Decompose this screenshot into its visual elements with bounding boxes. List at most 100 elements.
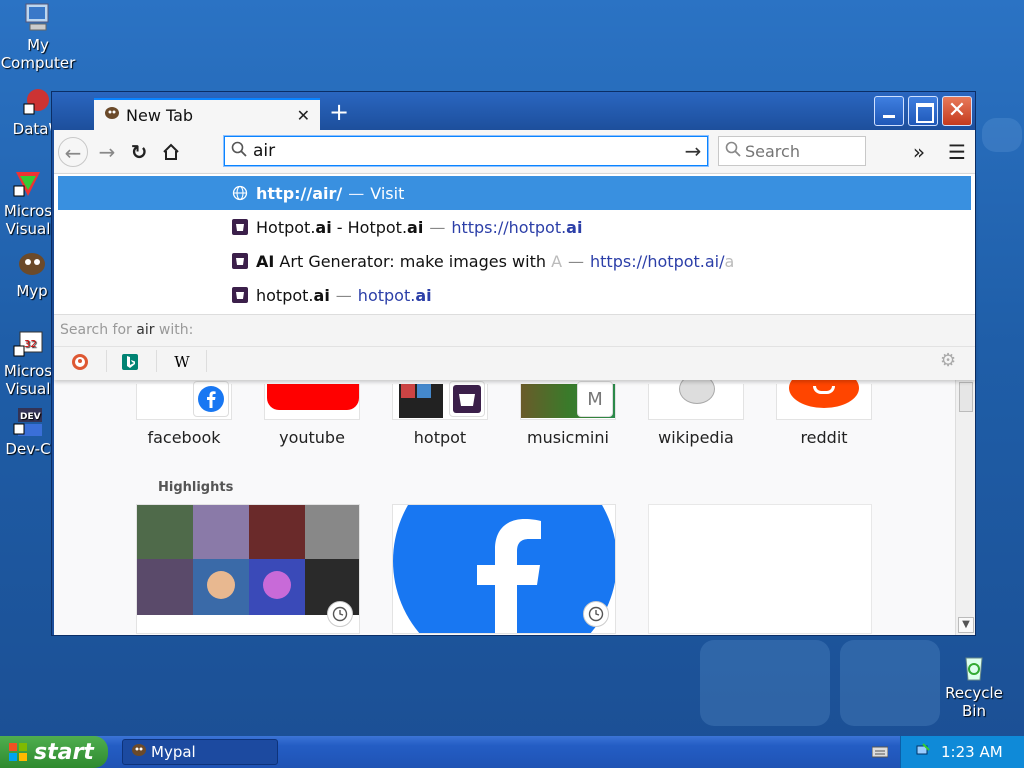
- suggestion-hotpot-domain[interactable]: hotpot.ai — hotpot.ai: [54, 278, 975, 312]
- search-input[interactable]: [745, 141, 855, 161]
- hotpot-icon: [449, 381, 485, 417]
- suggestion-url-match: ai: [415, 285, 432, 305]
- suggestion-url: http://air/: [256, 183, 343, 203]
- visual-studio-icon: 32: [12, 328, 44, 360]
- desktop-icon-my-computer[interactable]: My Computer: [0, 2, 76, 72]
- suggestion-title-part: Hotpot.: [256, 217, 316, 237]
- browser-window: New Tab ✕ + ✕ ← → ↻ → » ☰: [51, 91, 976, 636]
- facebook-icon: [193, 381, 229, 417]
- go-arrow-icon[interactable]: →: [679, 139, 707, 163]
- scrollbar-thumb[interactable]: [959, 382, 973, 412]
- taskbar-item-mypal[interactable]: Mypal: [122, 739, 278, 765]
- windows-flag-icon: [8, 742, 28, 762]
- start-label: start: [34, 739, 94, 765]
- home-button[interactable]: [156, 137, 186, 167]
- desktop-decoration: [982, 118, 1022, 152]
- suggestion-text: hotpot.ai — hotpot.ai: [256, 286, 432, 305]
- top-site-wikipedia[interactable]: wikipedia: [648, 374, 744, 447]
- search-box[interactable]: [718, 136, 866, 166]
- url-input[interactable]: [253, 141, 679, 161]
- wikipedia-thumb: [648, 374, 744, 420]
- reload-button[interactable]: ↻: [124, 137, 154, 167]
- top-site-reddit[interactable]: reddit: [776, 368, 872, 447]
- clock-icon: [583, 601, 609, 627]
- youtube-thumb: [264, 384, 360, 420]
- suggestion-text: http://air/— Visit: [256, 184, 404, 203]
- divider: [54, 346, 975, 347]
- suggestion-ai-art-generator[interactable]: AI Art Generator: make images with A — htt…: [54, 244, 975, 278]
- suggestion-url: hotpot.: [357, 285, 416, 305]
- musicmini-badge: M: [577, 381, 613, 417]
- top-site-thumb: [136, 381, 232, 420]
- top-site-musicmini[interactable]: M musicmini: [520, 381, 616, 447]
- search-icon: [231, 141, 253, 161]
- suggestion-match: ai: [407, 217, 424, 237]
- suggestion-title-part: - Hotpot.: [331, 217, 408, 237]
- highlight-card-empty: [648, 504, 872, 634]
- gear-icon[interactable]: ⚙: [940, 350, 956, 371]
- search-with-term: air: [136, 322, 155, 338]
- scroll-down-arrow-icon[interactable]: ▼: [958, 617, 974, 633]
- hotpot-favicon-icon: [232, 253, 248, 269]
- suggestion-visit[interactable]: http://air/— Visit: [58, 176, 971, 210]
- clock-icon: [327, 601, 353, 627]
- suggestion-match: ai: [313, 285, 330, 305]
- suggestion-faded-text: a: [724, 251, 735, 271]
- reddit-thumb: [776, 368, 872, 420]
- back-button[interactable]: ←: [58, 137, 88, 167]
- keyboard-icon[interactable]: [871, 744, 889, 758]
- suggestion-match: ai: [315, 217, 332, 237]
- highlight-card-facebook[interactable]: [392, 504, 616, 634]
- suggestion-url-match: ai: [566, 217, 583, 237]
- new-tab-button[interactable]: +: [324, 98, 354, 128]
- search-with-prefix: Search for: [60, 322, 137, 338]
- clock[interactable]: 1:23 AM: [941, 743, 1003, 761]
- top-site-hotpot[interactable]: hotpot: [392, 381, 488, 447]
- globe-icon: [232, 185, 248, 201]
- close-button[interactable]: ✕: [942, 96, 972, 126]
- url-bar[interactable]: →: [224, 136, 708, 166]
- divider: [206, 350, 207, 372]
- desktop-icon-recycle-bin[interactable]: Recycle Bin: [936, 650, 1012, 720]
- separator-dash: —: [568, 251, 585, 271]
- top-site-facebook[interactable]: facebook: [136, 381, 232, 447]
- visual-studio-icon: [12, 168, 44, 200]
- hamburger-menu-icon[interactable]: ☰: [942, 137, 972, 167]
- system-tray: 1:23 AM: [900, 736, 1024, 768]
- tab-title: New Tab: [126, 105, 194, 125]
- top-site-label: musicmini: [527, 428, 609, 447]
- mypal-tab-icon: [104, 105, 120, 125]
- separator-dash: —: [429, 217, 446, 237]
- suggestion-url: https://hotpot.ai/: [590, 251, 725, 271]
- suggestion-hotpot-title[interactable]: Hotpot.ai - Hotpot.ai — https://hotpot.ai: [54, 210, 975, 244]
- musicmini-thumb: M: [520, 381, 616, 420]
- start-button[interactable]: start: [0, 736, 108, 768]
- recycle-bin-icon: [958, 650, 990, 682]
- search-with-suffix: with:: [154, 322, 194, 338]
- wikipedia-icon[interactable]: W: [172, 352, 192, 372]
- network-icon[interactable]: [915, 742, 931, 762]
- highlight-card-hotpot[interactable]: [136, 504, 360, 634]
- overflow-chevron-icon[interactable]: »: [904, 137, 934, 167]
- top-site-label: youtube: [279, 428, 345, 447]
- duckduckgo-icon[interactable]: [70, 352, 90, 372]
- top-site-youtube[interactable]: youtube: [264, 384, 360, 447]
- nav-toolbar: ← → ↻ → » ☰: [54, 130, 975, 174]
- bing-icon[interactable]: [120, 352, 140, 372]
- tab-new-tab[interactable]: New Tab ✕: [94, 98, 320, 130]
- suggestion-title-part: Art Generator: make images with: [274, 251, 552, 271]
- computer-icon: [22, 2, 54, 34]
- url-suggestions-dropdown: http://air/— Visit Hotpot.ai - Hotpot.ai —…: [54, 174, 975, 380]
- maximize-button[interactable]: [908, 96, 938, 126]
- dev-cpp-icon: DEV: [12, 406, 44, 438]
- suggestion-text: AI Art Generator: make images with A — htt…: [256, 252, 734, 271]
- top-site-label: wikipedia: [658, 428, 734, 447]
- forward-button[interactable]: →: [92, 137, 122, 167]
- suggestion-title-part: hotpot.: [256, 285, 314, 305]
- minimize-button[interactable]: [874, 96, 904, 126]
- svg-text:DEV: DEV: [20, 412, 41, 422]
- suggestion-url: https://hotpot.: [451, 217, 567, 237]
- suggestion-match: AI: [256, 251, 275, 271]
- tab-close-icon[interactable]: ✕: [297, 106, 310, 125]
- desktop-icon-label: Recycle Bin: [945, 684, 1003, 720]
